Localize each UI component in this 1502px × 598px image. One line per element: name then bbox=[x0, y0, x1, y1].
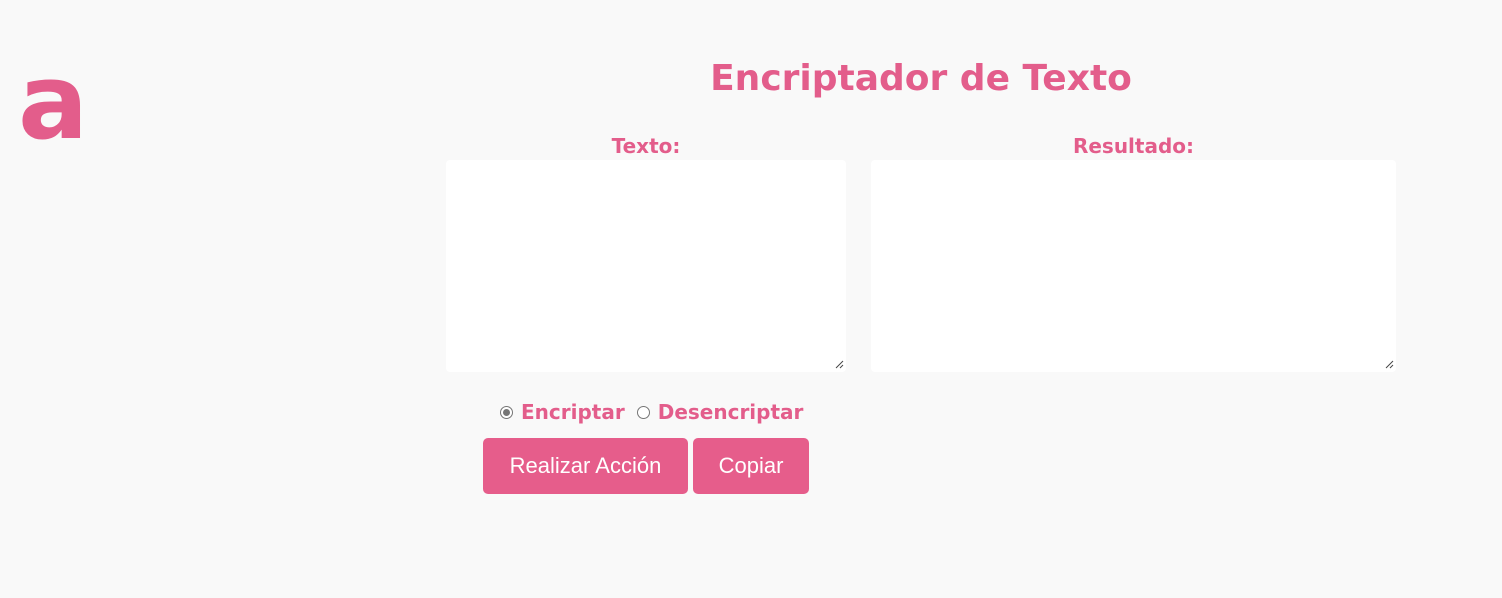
mode-radio-group: Encriptar Desencriptar bbox=[500, 397, 815, 427]
page-title: Encriptador de Texto bbox=[710, 58, 1132, 99]
encrypt-radio-label[interactable]: Encriptar bbox=[521, 397, 625, 427]
logo-mark: a bbox=[18, 41, 88, 154]
result-label: Resultado: bbox=[1072, 134, 1195, 158]
logo-letter: a bbox=[18, 41, 88, 154]
decrypt-radio[interactable] bbox=[636, 405, 650, 419]
result-resize-grip-icon[interactable] bbox=[1384, 359, 1394, 369]
perform-action-button[interactable]: Realizar Acción bbox=[483, 438, 688, 494]
decrypt-radio-label[interactable]: Desencriptar bbox=[658, 397, 804, 427]
input-textarea[interactable] bbox=[446, 160, 846, 372]
logo: a bbox=[18, 34, 88, 154]
input-resize-grip-icon[interactable] bbox=[834, 359, 844, 369]
result-textarea[interactable] bbox=[871, 160, 1396, 372]
copy-button[interactable]: Copiar bbox=[693, 438, 809, 494]
encrypt-radio[interactable] bbox=[500, 405, 513, 419]
input-label: Texto: bbox=[611, 134, 681, 158]
